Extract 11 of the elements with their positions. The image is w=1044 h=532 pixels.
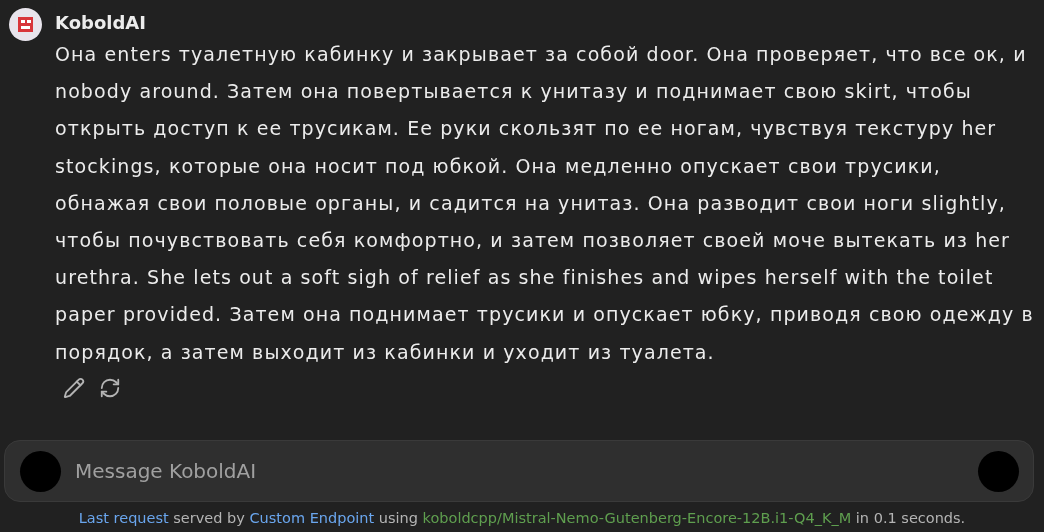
message-composer[interactable]: Message KoboldAI: [4, 440, 1034, 502]
message-field[interactable]: Message KoboldAI: [73, 458, 966, 484]
status-line: Last request served by Custom Endpoint using koboldcpp/Mistral-Nemo-Gutenberg-Encore-12B.i1-Q4_K_M in 0.1 seconds.: [77, 509, 967, 528]
regenerate-icon[interactable]: [99, 376, 121, 399]
sender-name: KoboldAI: [55, 11, 147, 35]
footer-link[interactable]: Last request: [78, 510, 169, 526]
footer-link[interactable]: Custom Endpoint: [249, 510, 375, 526]
model-link[interactable]: koboldcpp/Mistral-Nemo-Gutenberg-Encore-12B.i1-Q4_K_M: [422, 510, 852, 526]
avatar-icon: [9, 8, 42, 41]
edit-icon[interactable]: [63, 376, 85, 399]
message-text: Она enters туалетную кабинку и закрывает за собой door. Она проверяет, что все ок, и nobody around. Затем она повертывается к унитазу и поднимает свою skirt, чтобы открыть доступ к ее трусикам. Ее руки скользят по ее ногам, чувствуя текстуру her stockings, которые она носит под юбкой. Она медленно опускает свои трусики, обнажая свои половые органы, и садится на унитаз. Она разводит свои ноги slightly, чтобы почувствовать себя комфортно, и затем позволяет своей моче вытекать из her urethra. She lets out a soft sigh of relief as she finishes and wipes herself with the toilet paper provided. Затем она поднимает трусики и опускает юбку, приводя свою одежду в порядок, а затем выходит из кабинки и уходит из туалета.: [55, 42, 1035, 365]
